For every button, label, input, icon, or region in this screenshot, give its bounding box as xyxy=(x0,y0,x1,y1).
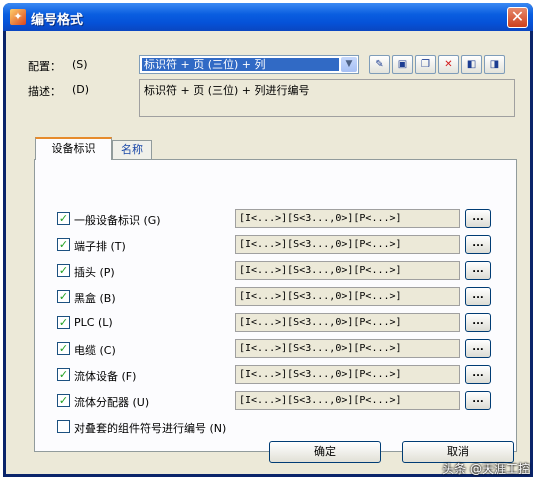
row-label: 流体设备 (F) xyxy=(74,370,137,383)
watermark: 头条 @天涯工控 xyxy=(442,462,530,476)
description-shortcut: (D) xyxy=(72,83,90,96)
delete-icon: ✕ xyxy=(444,59,453,70)
nested-label: 对叠套的组件符号进行编号 (N) xyxy=(74,422,227,435)
tab-device-tag[interactable]: 设备标识 xyxy=(35,137,112,160)
dialog-window: ✦ 编号格式 ✕ 配置： (S) 标识符 + 页 (三位) + 列 ▼ ✎ ▣ … xyxy=(3,3,533,477)
format-row: ✓ 端子排 (T) [I<...>][S<3...,0>][P<...>] ..… xyxy=(35,234,516,256)
format-row: ✓ 一般设备标识 (G) [I<...>][S<3...,0>][P<...>]… xyxy=(35,208,516,230)
app-icon: ✦ xyxy=(10,9,26,25)
format-field[interactable]: [I<...>][S<3...,0>][P<...>] xyxy=(235,261,460,280)
browse-button[interactable]: ... xyxy=(465,313,491,332)
description-field[interactable]: 标识符 + 页 (三位) + 列进行编号 xyxy=(139,79,515,117)
dialog-body: 配置： (S) 标识符 + 页 (三位) + 列 ▼ ✎ ▣ ❐ ✕ ◧ ◨ 描… xyxy=(6,31,530,474)
format-field[interactable]: [I<...>][S<3...,0>][P<...>] xyxy=(235,209,460,228)
close-button[interactable]: ✕ xyxy=(507,7,528,28)
ok-button[interactable]: 确定 xyxy=(269,441,381,463)
browse-button[interactable]: ... xyxy=(465,235,491,254)
new-config-button[interactable]: ✎ xyxy=(369,55,390,74)
checkbox[interactable]: ✓ xyxy=(57,212,70,225)
tab-name[interactable]: 名称 xyxy=(112,140,152,160)
format-row: ✓ 电缆 (C) [I<...>][S<3...,0>][P<...>] ... xyxy=(35,338,516,360)
row-label: 流体分配器 (U) xyxy=(74,396,150,409)
format-field[interactable]: [I<...>][S<3...,0>][P<...>] xyxy=(235,365,460,384)
browse-button[interactable]: ... xyxy=(465,209,491,228)
checkbox[interactable]: ✓ xyxy=(57,264,70,277)
row-label: 插头 (P) xyxy=(74,266,115,279)
checkbox[interactable]: ✓ xyxy=(57,238,70,251)
browse-button[interactable]: ... xyxy=(465,391,491,410)
browse-button[interactable]: ... xyxy=(465,287,491,306)
row-label: 电缆 (C) xyxy=(74,344,116,357)
checkbox[interactable]: ✓ xyxy=(57,394,70,407)
row-label: 端子排 (T) xyxy=(74,240,126,253)
save-config-button[interactable]: ▣ xyxy=(392,55,413,74)
format-field[interactable]: [I<...>][S<3...,0>][P<...>] xyxy=(235,391,460,410)
tab-panel: ✓ 一般设备标识 (G) [I<...>][S<3...,0>][P<...>]… xyxy=(34,159,517,452)
config-shortcut: (S) xyxy=(72,58,88,71)
import-icon: ◧ xyxy=(466,59,477,70)
window-title: 编号格式 xyxy=(31,13,84,28)
format-row: ✓ PLC (L) [I<...>][S<3...,0>][P<...>] ..… xyxy=(35,312,516,334)
checkbox[interactable]: ✓ xyxy=(57,290,70,303)
browse-button[interactable]: ... xyxy=(465,261,491,280)
checkbox[interactable]: ✓ xyxy=(57,316,70,329)
format-row: ✓ 流体分配器 (U) [I<...>][S<3...,0>][P<...>] … xyxy=(35,390,516,412)
config-select[interactable]: 标识符 + 页 (三位) + 列 ▼ xyxy=(139,55,359,74)
format-row: ✓ 流体设备 (F) [I<...>][S<3...,0>][P<...>] .… xyxy=(35,364,516,386)
checkbox[interactable]: ✓ xyxy=(57,368,70,381)
checkbox[interactable]: ✓ xyxy=(57,342,70,355)
format-field[interactable]: [I<...>][S<3...,0>][P<...>] xyxy=(235,235,460,254)
chevron-down-icon[interactable]: ▼ xyxy=(341,57,357,72)
export-config-button[interactable]: ◨ xyxy=(484,55,505,74)
config-select-value: 标识符 + 页 (三位) + 列 xyxy=(142,58,339,71)
export-icon: ◨ xyxy=(489,59,500,70)
description-label: 描述： xyxy=(28,85,61,98)
nested-checkbox[interactable] xyxy=(57,420,70,433)
format-field[interactable]: [I<...>][S<3...,0>][P<...>] xyxy=(235,339,460,358)
copy-config-button[interactable]: ❐ xyxy=(415,55,436,74)
row-label: 一般设备标识 (G) xyxy=(74,214,161,227)
delete-config-button[interactable]: ✕ xyxy=(438,55,459,74)
nested-row: 对叠套的组件符号进行编号 (N) xyxy=(35,416,516,438)
title-bar[interactable]: ✦ 编号格式 ✕ xyxy=(3,3,533,31)
format-row: ✓ 插头 (P) [I<...>][S<3...,0>][P<...>] ... xyxy=(35,260,516,282)
browse-button[interactable]: ... xyxy=(465,365,491,384)
browse-button[interactable]: ... xyxy=(465,339,491,358)
format-row: ✓ 黑盒 (B) [I<...>][S<3...,0>][P<...>] ... xyxy=(35,286,516,308)
format-field[interactable]: [I<...>][S<3...,0>][P<...>] xyxy=(235,313,460,332)
row-label: PLC (L) xyxy=(74,316,113,329)
new-icon: ✎ xyxy=(375,59,384,70)
import-config-button[interactable]: ◧ xyxy=(461,55,482,74)
copy-icon: ❐ xyxy=(421,59,430,70)
row-label: 黑盒 (B) xyxy=(74,292,116,305)
format-field[interactable]: [I<...>][S<3...,0>][P<...>] xyxy=(235,287,460,306)
save-icon: ▣ xyxy=(397,59,408,70)
config-label: 配置： xyxy=(28,60,61,73)
